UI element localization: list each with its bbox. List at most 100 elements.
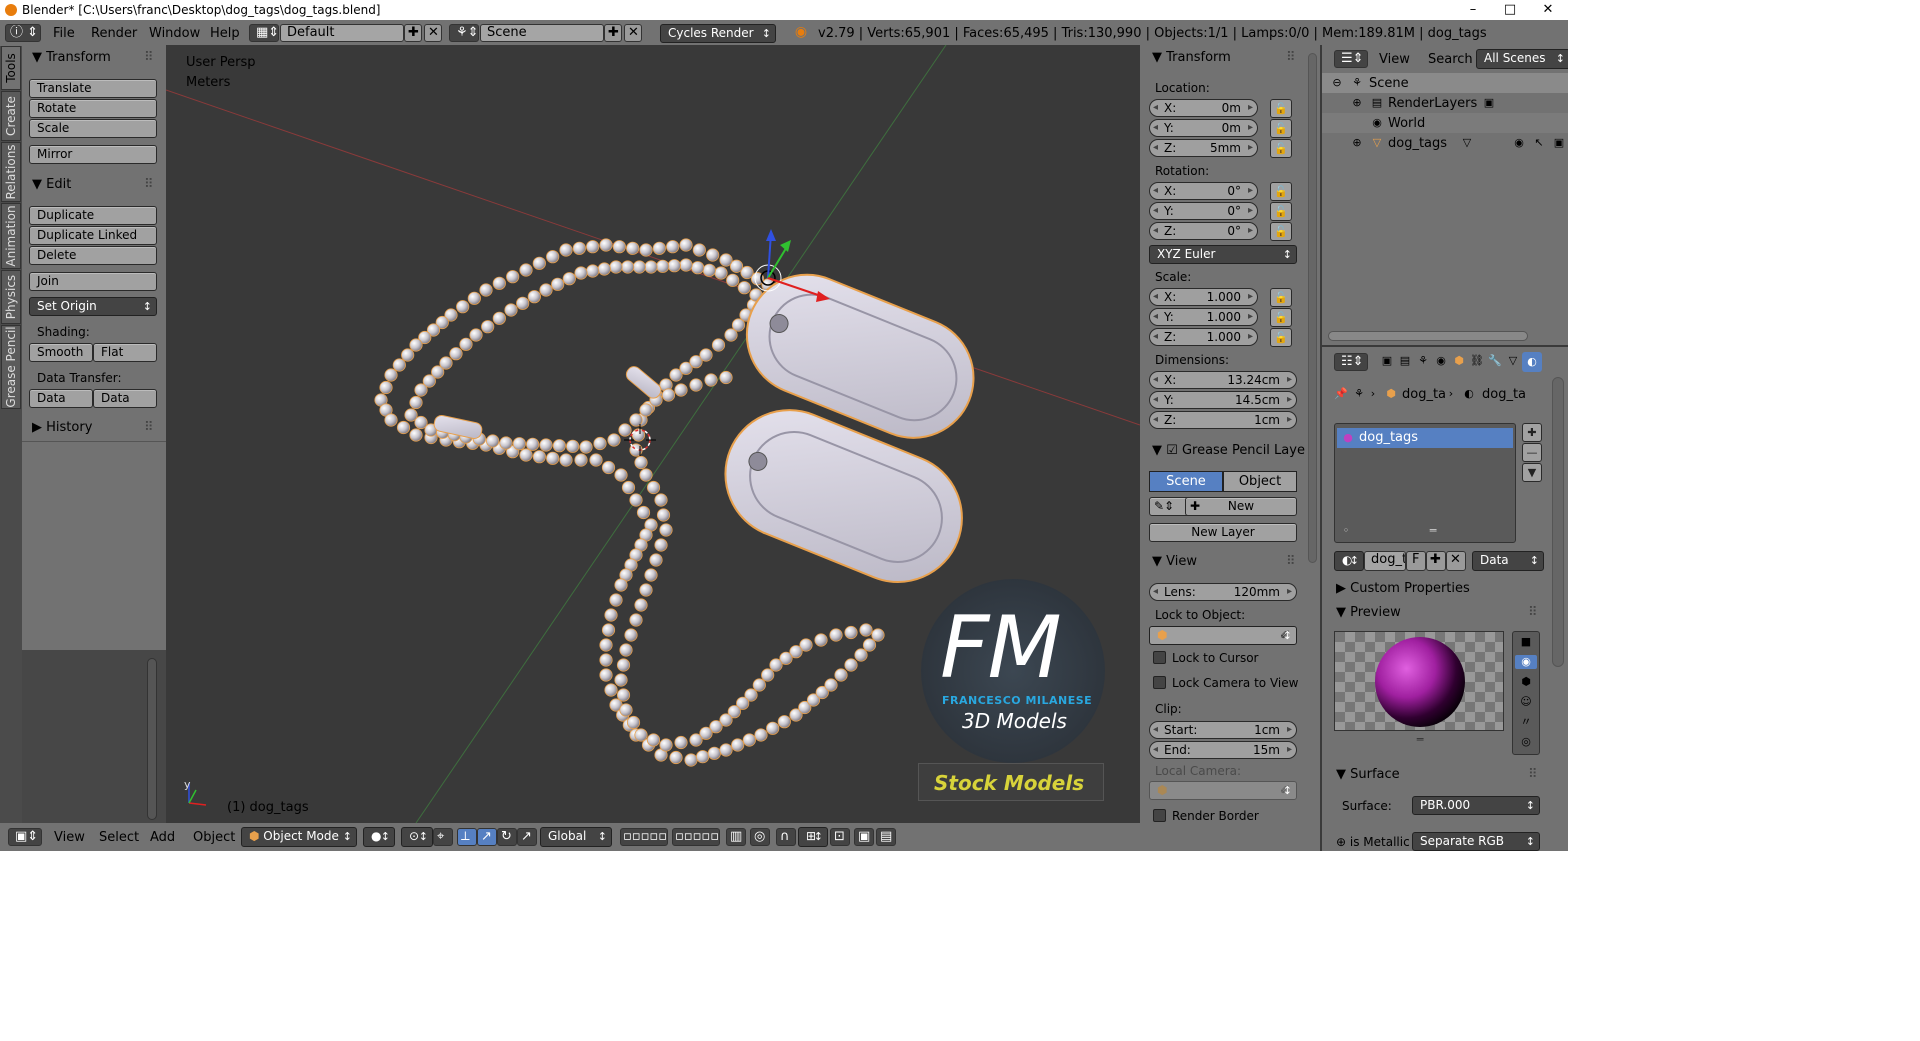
slot-menu-button[interactable]: ▼	[1522, 463, 1542, 482]
hair-preview-icon[interactable]: 〃	[1519, 715, 1533, 729]
lock-cursor-checkbox[interactable]	[1153, 651, 1166, 664]
data-tab-icon[interactable]: ▽	[1504, 354, 1522, 368]
fake-user-button[interactable]: F	[1406, 551, 1426, 571]
material-slot-item[interactable]: ● dog_tags	[1337, 428, 1513, 448]
transform-panel-title[interactable]: ▼ Transform	[32, 50, 111, 65]
add-scene-button[interactable]: ✚	[604, 24, 622, 42]
add-slot-button[interactable]: ✚	[1522, 423, 1542, 442]
transform-orientation-dropdown[interactable]: Global	[540, 827, 612, 847]
data-layout-button[interactable]: Data Layo	[93, 389, 157, 408]
list-grip-icon[interactable]: ═	[1425, 524, 1441, 538]
editor-type-outliner-button[interactable]: ☰⇕	[1334, 50, 1368, 68]
lock-object-field[interactable]: ⬢ ✐	[1149, 626, 1297, 645]
constraints-tab-icon[interactable]: ⛓	[1468, 354, 1486, 368]
rotate-manipulator-button[interactable]: ↗	[477, 828, 497, 846]
tab-tools[interactable]: Tools	[1, 46, 21, 90]
tab-physics[interactable]: Physics	[1, 270, 21, 324]
scrollbar[interactable]	[147, 658, 157, 820]
gp-object-toggle[interactable]: Object	[1223, 471, 1297, 492]
link-mode-dropdown[interactable]: Data	[1472, 551, 1544, 571]
remove-layout-button[interactable]: ✕	[424, 24, 442, 42]
sphere-preview-icon[interactable]: ◉	[1515, 655, 1537, 669]
3d-viewport[interactable]: User Persp Meters y (1) dog_tags FM FRAN…	[166, 45, 1140, 823]
history-panel-title[interactable]: ▶ History	[32, 420, 92, 435]
surface-panel-title[interactable]: ▼ Surface	[1336, 767, 1400, 782]
menu-search[interactable]: Search	[1428, 52, 1473, 67]
expand-icon[interactable]: ⊕	[1351, 96, 1363, 110]
duplicate-linked-button[interactable]: Duplicate Linked	[29, 226, 157, 245]
set-origin-dropdown[interactable]: Set Origin	[29, 297, 157, 316]
editor-type-button[interactable]: ▣⇕	[8, 828, 42, 846]
drag-handle-icon[interactable]: ⠿	[1286, 554, 1296, 569]
monkey-preview-icon[interactable]: ☺	[1519, 695, 1533, 709]
scene-tab-icon[interactable]: ⚘	[1414, 354, 1432, 368]
new-material-button[interactable]: ✚	[1426, 551, 1446, 571]
smooth-button[interactable]: Smooth	[29, 343, 93, 362]
layers-grid-1[interactable]: ▫▫▫▫▫	[620, 828, 668, 846]
editor-type-info-button[interactable]: ⓘ ⇕	[5, 24, 41, 42]
lock-layers-button[interactable]: ▥	[726, 828, 746, 846]
menu-add[interactable]: Add	[150, 830, 175, 845]
lock-icon[interactable]: 🔓	[1270, 288, 1292, 307]
transform-panel-title[interactable]: ▼ Transform	[1152, 50, 1231, 65]
menu-view[interactable]: View	[54, 830, 85, 845]
lens-field[interactable]: Lens:120mm	[1149, 583, 1297, 601]
menu-help[interactable]: Help	[210, 26, 240, 41]
flat-button[interactable]: Flat	[93, 343, 157, 362]
scrollbar[interactable]	[1328, 331, 1528, 341]
menu-file[interactable]: File	[53, 26, 75, 41]
translate-manipulator-button[interactable]: ⟂	[457, 828, 477, 846]
outliner-filter-dropdown[interactable]: All Scenes	[1476, 49, 1568, 69]
material-name-field[interactable]: dog_t	[1364, 551, 1406, 571]
snap-target-button[interactable]: ⊡	[830, 828, 850, 846]
location-z-field[interactable]: Z:5mm	[1149, 139, 1258, 157]
material-slot-list[interactable]: ● dog_tags ◦ ═	[1334, 423, 1516, 543]
opengl-render-button[interactable]: ▣	[854, 828, 874, 846]
close-window-button[interactable]: ✕	[1528, 0, 1568, 20]
scene-field[interactable]: Scene	[480, 24, 604, 42]
socket-icon[interactable]: ⊕	[1336, 835, 1350, 849]
clip-start-field[interactable]: Start:1cm	[1149, 721, 1297, 739]
tab-create[interactable]: Create	[1, 91, 21, 141]
checkbox-checked-icon[interactable]: ☑	[1166, 443, 1182, 458]
clip-end-field[interactable]: End:15m	[1149, 741, 1297, 759]
surface-shader-dropdown[interactable]: PBR.000	[1412, 796, 1540, 815]
tree-row-renderlayers[interactable]: ⊕ ▤ RenderLayers ▣	[1322, 93, 1568, 113]
scrollbar[interactable]	[1552, 377, 1564, 667]
layout-field[interactable]: Default	[280, 24, 404, 42]
drag-handle-icon[interactable]: ⠿	[144, 420, 154, 435]
cursor-select-icon[interactable]: ↖	[1532, 136, 1546, 150]
opengl-render-animation-button[interactable]: ▤	[876, 828, 896, 846]
collapse-icon[interactable]: ⊖	[1331, 76, 1343, 90]
world-tab-icon[interactable]: ◉	[1432, 354, 1450, 368]
lock-icon[interactable]: 🔓	[1270, 222, 1292, 241]
object-tab-icon[interactable]: ⬢	[1450, 354, 1468, 368]
lock-camera-checkbox[interactable]	[1153, 676, 1166, 689]
delete-button[interactable]: Delete	[29, 246, 157, 265]
lock-icon[interactable]: 🔓	[1270, 328, 1292, 347]
scale-manipulator-toggle[interactable]: ↗	[517, 828, 537, 846]
lock-icon[interactable]: 🔓	[1270, 139, 1292, 158]
tab-animation[interactable]: Animation	[1, 203, 21, 269]
drag-handle-icon[interactable]: ⠿	[144, 50, 154, 65]
render-border-checkbox[interactable]	[1153, 809, 1166, 822]
edit-panel-title[interactable]: ▼ Edit	[32, 177, 71, 192]
menu-view[interactable]: View	[1379, 52, 1410, 67]
scale-y-field[interactable]: Y:1.000	[1149, 308, 1258, 326]
render-tab-icon[interactable]: ▣	[1378, 354, 1396, 368]
eyedropper-icon[interactable]: ✐	[1280, 627, 1290, 644]
material-browse-button[interactable]: ◐	[1334, 551, 1364, 571]
viewport-shading-dropdown[interactable]: ●	[363, 827, 395, 847]
gp-scene-toggle[interactable]: Scene	[1149, 471, 1223, 492]
unlink-material-button[interactable]: ✕	[1446, 551, 1466, 571]
editor-type-properties-button[interactable]: ☷⇕	[1334, 353, 1368, 371]
menu-window[interactable]: Window	[149, 26, 200, 41]
rotate-button[interactable]: Rotate	[29, 99, 157, 118]
proportional-edit-button[interactable]: ◎	[750, 828, 770, 846]
lock-icon[interactable]: 🔓	[1270, 99, 1292, 118]
view-panel-title[interactable]: ▼ View	[1152, 554, 1197, 569]
lock-icon[interactable]: 🔓	[1270, 202, 1292, 221]
translate-button[interactable]: Translate	[29, 79, 157, 98]
snap-toggle[interactable]: ∩	[776, 828, 796, 846]
gp-new-layer-button[interactable]: New Layer	[1149, 523, 1297, 542]
